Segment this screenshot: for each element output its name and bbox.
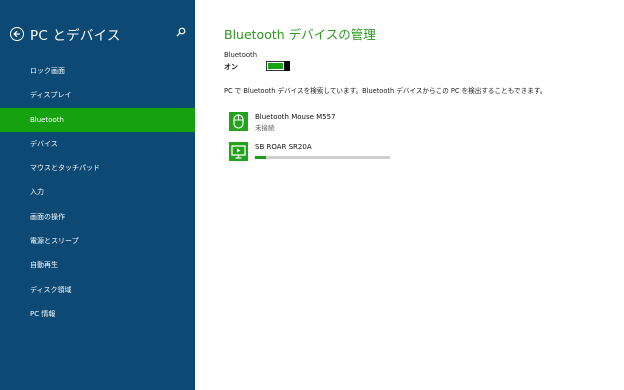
device-name: Bluetooth Mouse M557: [255, 113, 336, 121]
sidebar-item-disk-space[interactable]: ディスク領域: [0, 278, 195, 302]
sidebar-item-bluetooth[interactable]: Bluetooth: [0, 107, 195, 132]
device-item-speaker[interactable]: SB ROAR SR20A: [229, 142, 399, 164]
toggle-knob[interactable]: [284, 61, 290, 71]
back-arrow-icon: [13, 30, 20, 38]
sidebar-item-power-sleep[interactable]: 電源とスリープ: [0, 229, 195, 253]
back-button[interactable]: [10, 27, 24, 41]
device-icon-tile: [229, 142, 248, 161]
device-status: 未接続: [255, 124, 275, 132]
device-item-mouse[interactable]: Bluetooth Mouse M557 未接続: [229, 112, 399, 134]
mouse-icon: [233, 114, 244, 129]
sidebar-header: PC とデバイス: [10, 24, 186, 44]
sidebar-nav: ロック画面 ディスプレイ Bluetooth デバイス マウスとタッチパッド 入…: [0, 59, 195, 326]
bluetooth-state: オン: [224, 63, 238, 71]
bluetooth-label: Bluetooth: [224, 51, 257, 59]
sidebar-item-mouse-touchpad[interactable]: マウスとタッチパッド: [0, 156, 195, 180]
sidebar: PC とデバイス ロック画面 ディスプレイ Bluetooth デバイス マウス…: [0, 0, 195, 390]
bluetooth-toggle[interactable]: [266, 61, 290, 71]
device-name: SB ROAR SR20A: [255, 143, 312, 151]
sidebar-item-display[interactable]: ディスプレイ: [0, 83, 195, 107]
toggle-fill: [268, 63, 283, 69]
display-device-icon: [231, 144, 246, 159]
search-description: PC で Bluetooth デバイスを検索しています。Bluetooth デバ…: [224, 87, 547, 95]
sidebar-item-corners-edges[interactable]: 画面の操作: [0, 205, 195, 229]
progress-fill: [255, 156, 266, 159]
pairing-progress-bar: [255, 156, 390, 159]
device-icon-tile: [229, 112, 248, 131]
sidebar-item-lock-screen[interactable]: ロック画面: [0, 59, 195, 83]
sidebar-item-pc-info[interactable]: PC 情報: [0, 302, 195, 326]
sidebar-item-typing[interactable]: 入力: [0, 180, 195, 204]
page-title: Bluetooth デバイスの管理: [224, 27, 376, 42]
search-icon[interactable]: [176, 27, 186, 37]
sidebar-item-devices[interactable]: デバイス: [0, 132, 195, 156]
sidebar-title: PC とデバイス: [30, 28, 121, 44]
sidebar-item-autoplay[interactable]: 自動再生: [0, 253, 195, 277]
